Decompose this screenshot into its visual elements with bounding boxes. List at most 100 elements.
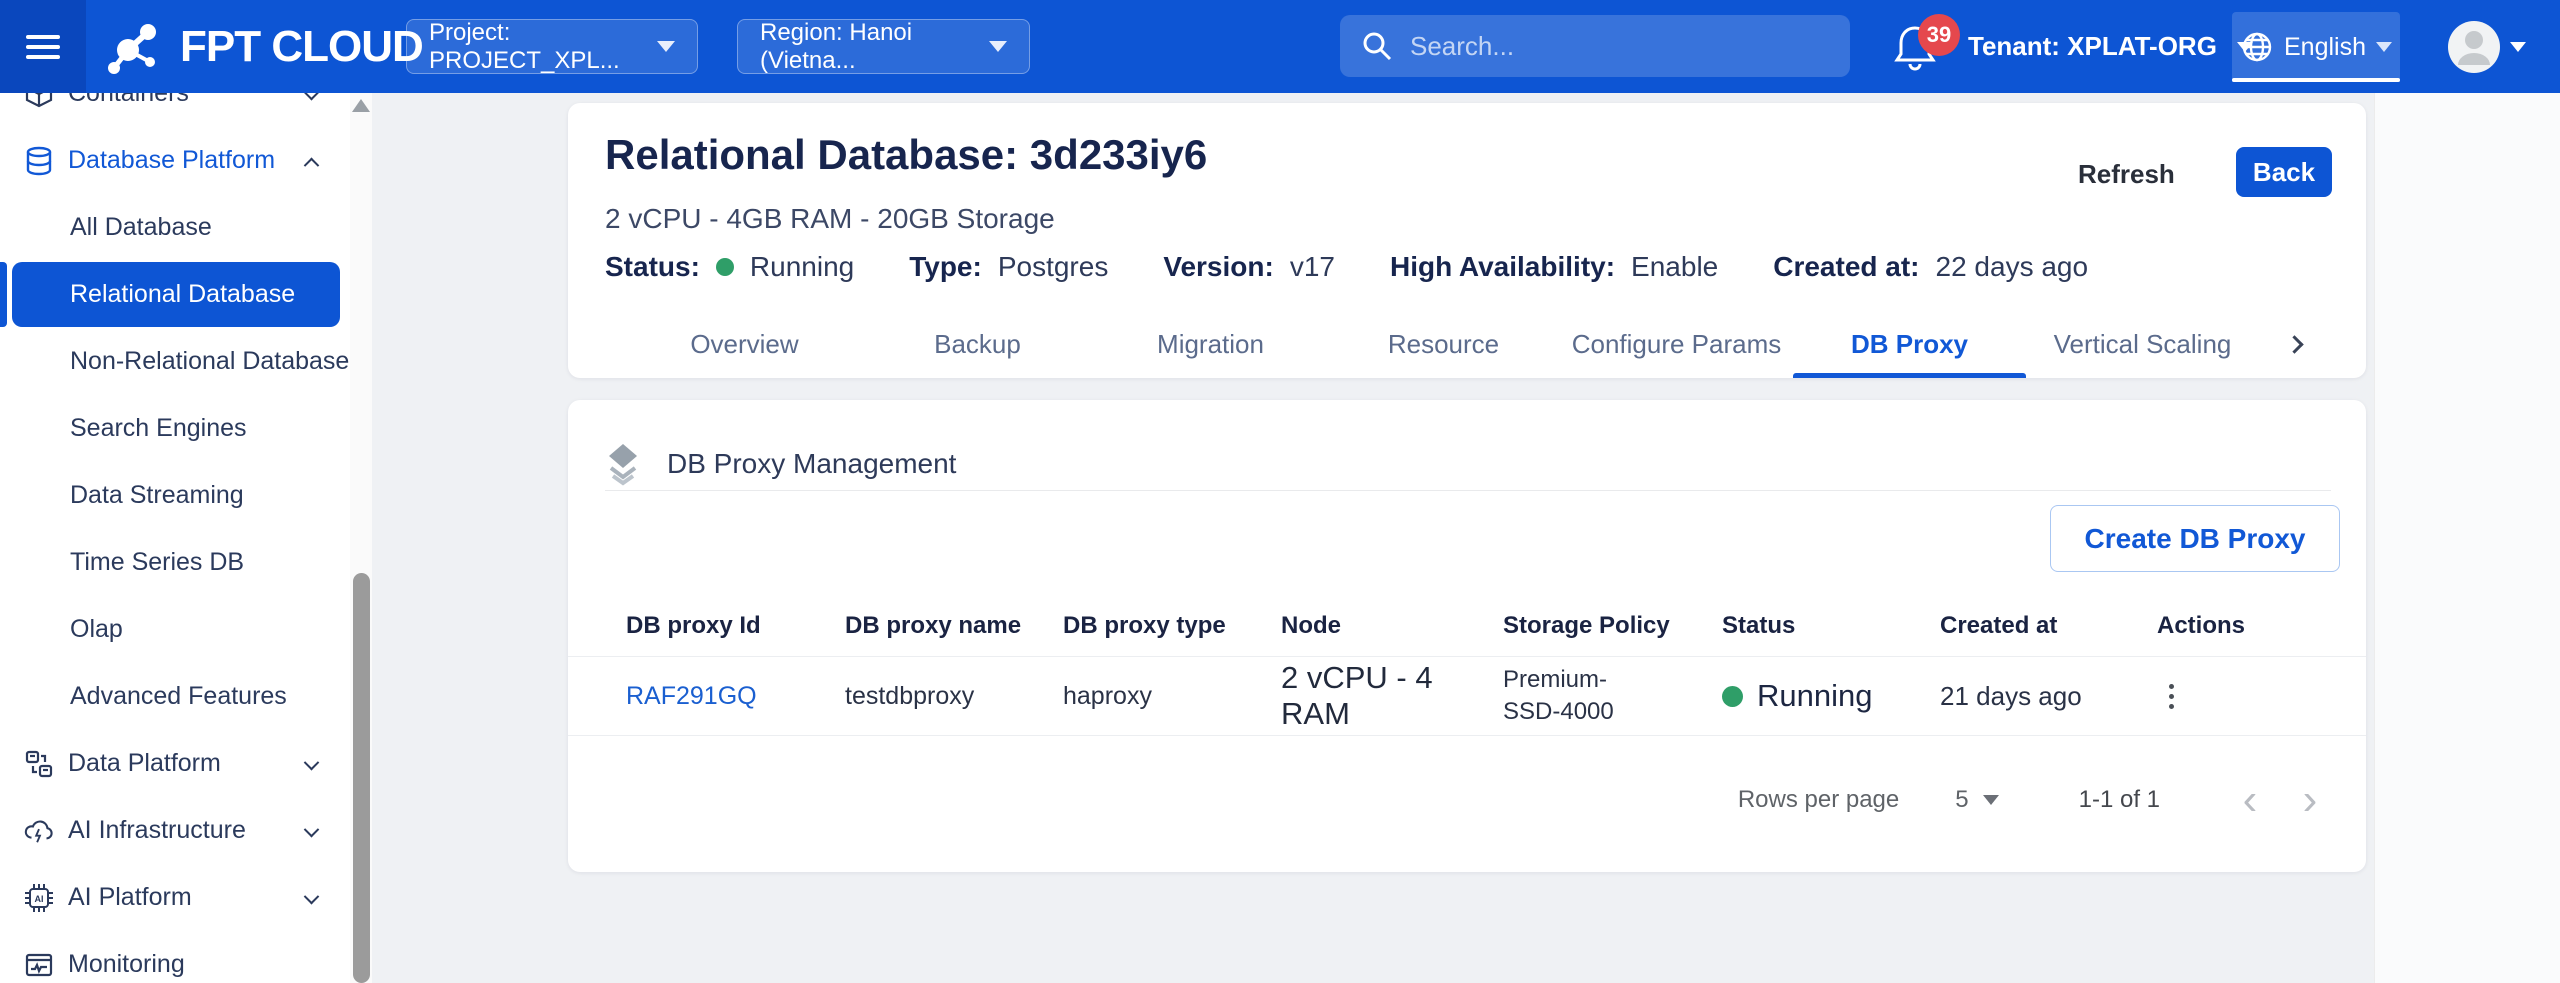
project-selector[interactable]: Project: PROJECT_XPL... <box>406 19 698 74</box>
logo-wordmark: FPT CLOUD <box>180 22 423 72</box>
monitoring-icon <box>24 950 54 980</box>
storage-policy-cell: Premium-SSD-4000 <box>1503 664 1653 729</box>
node-cell: 2 vCPU - 4 RAM <box>1281 660 1503 732</box>
version-field: Version: v17 <box>1163 251 1335 283</box>
tab-configure-params[interactable]: Configure Params <box>1560 315 1793 373</box>
sidebar-item-containers[interactable]: Containers <box>0 93 372 127</box>
chevron-down-icon <box>2510 42 2526 52</box>
dropdown-arrow-icon <box>1983 795 1999 805</box>
sidebar-item-ai-infrastructure[interactable]: AI Infrastructure <box>0 797 372 864</box>
top-navigation-bar: FPT CLOUD Project: PROJECT_XPL... Region… <box>0 0 2560 93</box>
column-header-created-at: Created at <box>1940 612 2157 640</box>
sidebar-item-data-platform[interactable]: Data Platform <box>0 730 372 797</box>
pagination-range: 1-1 of 1 <box>2079 786 2160 814</box>
chevron-down-icon <box>306 816 317 845</box>
selected-edge-strip <box>0 262 7 327</box>
layers-icon <box>605 442 641 486</box>
global-search <box>1340 15 1850 77</box>
app-window: FPT CLOUD Project: PROJECT_XPL... Region… <box>0 0 2560 983</box>
tab-vertical-scaling[interactable]: Vertical Scaling <box>2026 315 2259 373</box>
container-cube-icon <box>24 93 54 109</box>
chevron-down-icon <box>306 93 317 108</box>
db-proxy-card: DB Proxy Management Create DB Proxy DB p… <box>568 400 2366 872</box>
sidebar-item-ai-platform[interactable]: AI AI Platform <box>0 864 372 931</box>
row-actions-menu-button[interactable] <box>2157 684 2197 709</box>
next-page-button[interactable]: › <box>2280 770 2340 830</box>
tab-overview[interactable]: Overview <box>628 315 861 373</box>
tabs-scroll-right-button[interactable] <box>2259 315 2329 373</box>
proxy-type-cell: haproxy <box>1063 682 1281 711</box>
chevron-down-icon <box>657 41 675 52</box>
fpt-cloud-logo[interactable]: FPT CLOUD <box>104 0 423 93</box>
sidebar-item-advanced-features[interactable]: Advanced Features <box>0 663 372 730</box>
created-at-cell: 21 days ago <box>1940 681 2157 712</box>
page-scrollbar-gutter <box>2374 93 2560 983</box>
type-value: Postgres <box>998 251 1109 283</box>
sidebar-item-non-relational-database[interactable]: Non-Relational Database <box>0 328 372 395</box>
status-dot-icon <box>716 258 734 276</box>
sidebar-scrollbar[interactable] <box>350 93 372 983</box>
column-header-db-proxy-type: DB proxy type <box>1063 612 1281 640</box>
sidebar-item-all-database[interactable]: All Database <box>0 194 372 261</box>
chevron-up-icon <box>306 146 317 175</box>
create-db-proxy-button[interactable]: Create DB Proxy <box>2050 505 2340 572</box>
tab-backup[interactable]: Backup <box>861 315 1094 373</box>
sidebar-item-data-streaming[interactable]: Data Streaming <box>0 462 372 529</box>
notification-count-badge: 39 <box>1918 14 1960 56</box>
sidebar-item-olap[interactable]: Olap <box>0 596 372 663</box>
language-selector[interactable]: English <box>2232 12 2400 82</box>
svg-text:AI: AI <box>35 894 44 904</box>
sidebar-item-database-platform[interactable]: Database Platform <box>0 127 372 194</box>
scroll-up-arrow-icon[interactable] <box>352 99 370 112</box>
created-at-value: 22 days ago <box>1936 251 2089 283</box>
ai-chip-icon: AI <box>24 883 54 913</box>
sidebar-scrollbar-thumb[interactable] <box>353 573 370 983</box>
instance-spec-summary: 2 vCPU - 4GB RAM - 20GB Storage <box>605 203 1055 235</box>
ai-cloud-icon <box>24 816 54 846</box>
account-menu[interactable] <box>2448 21 2526 73</box>
language-label: English <box>2284 33 2366 62</box>
language-active-underline <box>2232 78 2400 82</box>
type-field: Type: Postgres <box>909 251 1108 283</box>
proxy-name-cell: testdbproxy <box>845 682 1063 711</box>
back-button[interactable]: Back <box>2236 147 2332 197</box>
tab-migration[interactable]: Migration <box>1094 315 1327 373</box>
status-dot-icon <box>1722 686 1743 707</box>
search-icon <box>1360 29 1394 63</box>
table-row: RAF291GQ testdbproxy haproxy 2 vCPU - 4 … <box>568 656 2366 736</box>
sidebar-navigation: Containers Database Platform All Databas… <box>0 93 372 983</box>
sidebar-item-search-engines[interactable]: Search Engines <box>0 395 372 462</box>
hamburger-icon <box>26 29 60 65</box>
high-availability-field: High Availability: Enable <box>1390 251 1718 283</box>
menu-toggle-button[interactable] <box>0 0 86 93</box>
tenant-selector[interactable]: Tenant: XPLAT-ORG <box>1968 0 2253 93</box>
detail-tabs: Overview Backup Migration Resource Confi… <box>628 315 2334 378</box>
database-icon <box>24 146 54 176</box>
user-icon <box>2448 21 2500 73</box>
rows-per-page-select[interactable]: 5 <box>1955 786 1998 814</box>
proxy-id-link[interactable]: RAF291GQ <box>626 682 845 711</box>
fpt-logo-icon <box>104 16 166 78</box>
column-header-node: Node <box>1281 612 1503 640</box>
chevron-down-icon <box>989 41 1007 52</box>
sidebar-item-relational-database[interactable]: Relational Database <box>0 261 372 328</box>
sidebar-item-monitoring[interactable]: Monitoring <box>0 931 372 983</box>
table-pagination: Rows per page 5 1-1 of 1 ‹ › <box>1738 770 2340 830</box>
data-platform-icon <box>24 749 54 779</box>
rows-per-page-label: Rows per page <box>1738 786 1899 814</box>
tab-db-proxy[interactable]: DB Proxy <box>1793 315 2026 373</box>
chevron-right-icon <box>2285 335 2303 353</box>
version-value: v17 <box>1290 251 1335 283</box>
sidebar-item-time-series-db[interactable]: Time Series DB <box>0 529 372 596</box>
region-selector[interactable]: Region: Hanoi (Vietna... <box>737 19 1030 74</box>
avatar <box>2448 21 2500 73</box>
tab-resource[interactable]: Resource <box>1327 315 1560 373</box>
chevron-down-icon <box>2376 42 2392 52</box>
previous-page-button[interactable]: ‹ <box>2220 770 2280 830</box>
refresh-button[interactable]: Refresh <box>2078 149 2175 199</box>
notifications-button[interactable]: 39 <box>1892 22 1952 82</box>
search-input[interactable] <box>1410 31 1830 62</box>
section-header: DB Proxy Management <box>605 442 956 486</box>
active-tab-indicator <box>1793 373 2026 378</box>
column-header-db-proxy-name: DB proxy name <box>845 612 1063 640</box>
